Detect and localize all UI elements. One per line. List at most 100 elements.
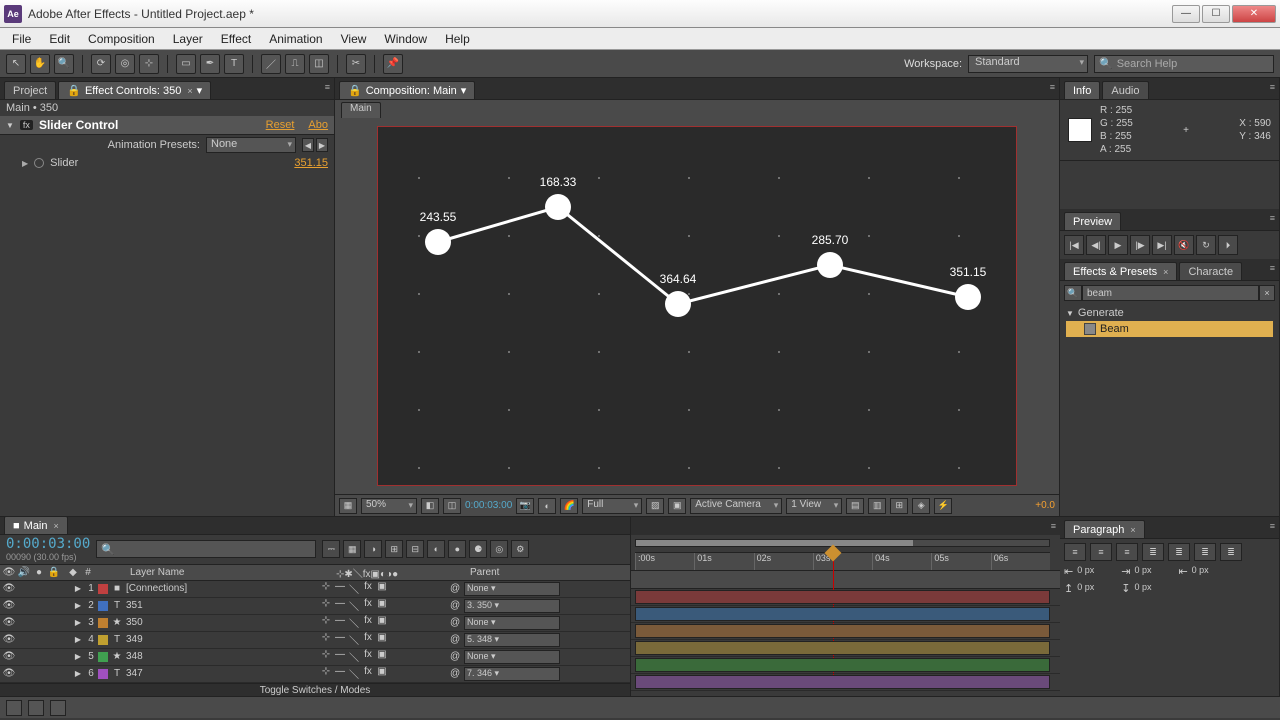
- parent-dropdown[interactable]: None ▾: [464, 650, 560, 664]
- parent-col[interactable]: Parent: [466, 567, 576, 578]
- animation-presets-dropdown[interactable]: None: [206, 137, 296, 153]
- channel-icon[interactable]: ◐: [538, 498, 556, 514]
- space-after-value[interactable]: 0 px: [1134, 582, 1174, 595]
- layer-duration-bar[interactable]: [635, 624, 1050, 638]
- tl-opt-1-icon[interactable]: ⎓: [322, 540, 340, 558]
- effects-item-beam[interactable]: Beam: [1066, 321, 1273, 337]
- preset-prev-icon[interactable]: ◀: [302, 138, 314, 152]
- tab-close-icon[interactable]: ×: [187, 86, 192, 96]
- tab-close-icon[interactable]: ×: [1163, 267, 1168, 277]
- stamp-tool-icon[interactable]: ⎍: [285, 54, 305, 74]
- status-icon-2[interactable]: [28, 700, 44, 716]
- layer-name[interactable]: 349: [124, 634, 320, 645]
- play-icon[interactable]: ▶: [1108, 235, 1128, 255]
- layer-color-swatch[interactable]: [98, 618, 108, 628]
- graph-node[interactable]: [955, 284, 981, 310]
- rotate-tool-icon[interactable]: ⟳: [91, 54, 111, 74]
- menu-window[interactable]: Window: [376, 30, 435, 48]
- layer-name[interactable]: 348: [124, 651, 320, 662]
- timeline-current-time[interactable]: 0:00:03:00: [6, 536, 90, 552]
- effects-search-input[interactable]: [1082, 285, 1259, 301]
- justify-last-left-icon[interactable]: ≣: [1142, 543, 1164, 561]
- camera-tool-icon[interactable]: ◎: [115, 54, 135, 74]
- layer-duration-bar[interactable]: [635, 590, 1050, 604]
- graph-node[interactable]: [545, 194, 571, 220]
- num-col[interactable]: #: [81, 567, 95, 578]
- exposure-value[interactable]: +0.0: [1035, 500, 1055, 511]
- tab-paragraph[interactable]: Paragraph ×: [1064, 520, 1145, 538]
- text-tool-icon[interactable]: T: [224, 54, 244, 74]
- first-frame-icon[interactable]: |◀: [1064, 235, 1084, 255]
- twirl-right-icon[interactable]: ▶: [22, 159, 28, 168]
- layer-color-swatch[interactable]: [98, 601, 108, 611]
- region-icon[interactable]: ◫: [443, 498, 461, 514]
- view-opt-3-icon[interactable]: ⊞: [890, 498, 908, 514]
- preset-next-icon[interactable]: ▶: [316, 138, 328, 152]
- menu-help[interactable]: Help: [437, 30, 478, 48]
- visibility-icon[interactable]: 👁: [2, 651, 16, 662]
- view-opt-2-icon[interactable]: ▥: [868, 498, 886, 514]
- time-ruler[interactable]: :00s01s02s03s04s05s06s: [635, 552, 1050, 570]
- mute-icon[interactable]: 🔇: [1174, 235, 1194, 255]
- timeline-layer-row[interactable]: 👁▶6T347⊹—＼fx▣@7. 346 ▾: [0, 666, 630, 683]
- current-time[interactable]: 0:00:03:00: [465, 500, 512, 511]
- menu-animation[interactable]: Animation: [261, 30, 330, 48]
- graph-node[interactable]: [817, 252, 843, 278]
- layer-switches[interactable]: ⊹—＼fx▣: [320, 666, 450, 681]
- tl-opt-8-icon[interactable]: ⚈: [469, 540, 487, 558]
- parent-dropdown[interactable]: 3. 350 ▾: [464, 599, 560, 613]
- layer-name[interactable]: 347: [124, 668, 320, 679]
- justify-all-icon[interactable]: ≣: [1220, 543, 1242, 561]
- layer-duration-bar[interactable]: [635, 658, 1050, 672]
- tl-opt-10-icon[interactable]: ⚙: [511, 540, 529, 558]
- visibility-icon[interactable]: 👁: [2, 617, 16, 628]
- tab-preview[interactable]: Preview: [1064, 212, 1121, 230]
- loop-icon[interactable]: ↻: [1196, 235, 1216, 255]
- tl-opt-2-icon[interactable]: ▦: [343, 540, 361, 558]
- res-half-icon[interactable]: ◧: [421, 498, 439, 514]
- tab-audio[interactable]: Audio: [1102, 81, 1148, 99]
- graph-node[interactable]: [665, 291, 691, 317]
- visibility-icon[interactable]: 👁: [2, 600, 16, 611]
- composition-viewer[interactable]: ↖ 243.55168.33364.64285.70351.15: [335, 118, 1059, 494]
- align-left-icon[interactable]: ≡: [1064, 543, 1086, 561]
- status-icon-3[interactable]: [50, 700, 66, 716]
- slider-value[interactable]: 351.15: [294, 157, 328, 169]
- twirl-right-icon[interactable]: ▶: [72, 635, 84, 644]
- tab-close-icon[interactable]: ×: [1130, 525, 1135, 535]
- color-mgmt-icon[interactable]: 🌈: [560, 498, 578, 514]
- tl-opt-6-icon[interactable]: ◐: [427, 540, 445, 558]
- timeline-layer-row[interactable]: 👁▶5★348⊹—＼fx▣@None ▾: [0, 649, 630, 666]
- solo-col-icon[interactable]: ●: [32, 567, 46, 578]
- twirl-down-icon[interactable]: ▼: [6, 121, 14, 130]
- camera-dropdown[interactable]: Active Camera: [690, 498, 782, 514]
- grid-icon[interactable]: ▦: [339, 498, 357, 514]
- layer-color-swatch[interactable]: [98, 635, 108, 645]
- justify-last-center-icon[interactable]: ≣: [1168, 543, 1190, 561]
- puppet-tool-icon[interactable]: 📌: [383, 54, 403, 74]
- minimize-button[interactable]: —: [1172, 5, 1200, 23]
- roto-tool-icon[interactable]: ✂: [346, 54, 366, 74]
- menu-composition[interactable]: Composition: [80, 30, 163, 48]
- layer-color-swatch[interactable]: [98, 584, 108, 594]
- visibility-icon[interactable]: 👁: [2, 668, 16, 679]
- space-before-value[interactable]: 0 px: [1077, 582, 1117, 595]
- layer-name[interactable]: [Connections]: [124, 583, 320, 594]
- pickwhip-icon[interactable]: @: [450, 668, 462, 679]
- ram-preview-icon[interactable]: ⏵: [1218, 235, 1238, 255]
- tl-opt-9-icon[interactable]: ◎: [490, 540, 508, 558]
- fx-badge[interactable]: fx: [20, 120, 33, 130]
- effect-reset-link[interactable]: Reset: [266, 119, 295, 131]
- layer-color-swatch[interactable]: [98, 669, 108, 679]
- zoom-tool-icon[interactable]: 🔍: [54, 54, 74, 74]
- menu-edit[interactable]: Edit: [41, 30, 78, 48]
- tl-opt-7-icon[interactable]: ●: [448, 540, 466, 558]
- indent-right-value[interactable]: 0 px: [1192, 565, 1232, 578]
- tab-project[interactable]: Project: [4, 81, 56, 99]
- next-frame-icon[interactable]: |▶: [1130, 235, 1150, 255]
- parent-dropdown[interactable]: None ▾: [464, 582, 560, 596]
- twirl-right-icon[interactable]: ▶: [72, 618, 84, 627]
- indent-first-value[interactable]: 0 px: [1134, 565, 1174, 578]
- pickwhip-icon[interactable]: @: [450, 583, 462, 594]
- twirl-right-icon[interactable]: ▶: [72, 601, 84, 610]
